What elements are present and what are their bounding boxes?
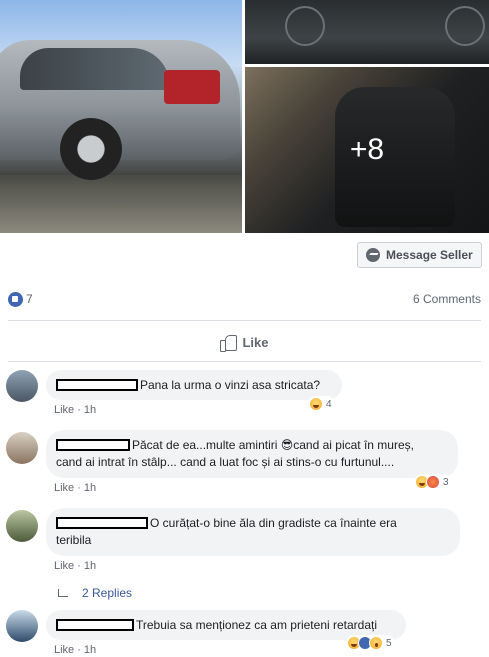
redacted-name [56, 439, 130, 451]
comment-like-link[interactable]: Like [54, 560, 74, 572]
comment-bubble: Pana la urma o vinzi asa stricata? [46, 370, 342, 400]
like-reaction-icon [8, 292, 23, 307]
comment-reactions[interactable]: 3 [414, 474, 452, 490]
angry-icon [426, 475, 440, 489]
reaction-count: 4 [326, 398, 332, 410]
messenger-icon [366, 248, 380, 262]
comment-bubble: Păcat de ea...multe amintiri 😎cand ai pi… [46, 430, 458, 478]
avatar[interactable] [6, 432, 38, 464]
comment-meta: Like · 1h [54, 560, 97, 572]
redacted-name [56, 619, 134, 631]
redacted-name [56, 517, 148, 529]
photo-car-window [20, 48, 170, 90]
photo-gauge [445, 6, 485, 46]
photo-ground [0, 175, 242, 233]
comment-like-link[interactable]: Like [54, 404, 74, 416]
replies-label: 2 Replies [82, 586, 133, 600]
photo-gauge [285, 6, 325, 46]
avatar[interactable] [6, 370, 38, 402]
comment-meta: Like · 1h [54, 404, 97, 416]
comment-text-line2: teribila [56, 533, 92, 547]
message-seller-label: Message Seller [386, 248, 473, 262]
avatar[interactable] [6, 510, 38, 542]
comment-text: Pana la urma o vinzi asa stricata? [140, 378, 321, 392]
comment-time[interactable]: 1h [84, 482, 96, 494]
photo-car-exterior[interactable] [0, 0, 242, 233]
photo-tail-light [164, 70, 220, 104]
divider [8, 361, 481, 362]
comment-meta: Like · 1h [54, 644, 97, 656]
like-button-label: Like [242, 334, 269, 350]
comment-text-line1: Păcat de ea...multe amintiri 😎cand ai pi… [132, 438, 414, 452]
more-photos-count[interactable]: +8 [245, 67, 489, 233]
message-seller-button[interactable]: Message Seller [357, 242, 482, 268]
comment-text-line1: O curățat-o bine ăla din gradiste ca îna… [150, 516, 397, 530]
avatar[interactable] [6, 610, 38, 642]
thumbs-up-icon [220, 334, 238, 352]
comment-reactions[interactable]: 4 [308, 396, 335, 412]
redacted-name [56, 379, 138, 391]
reaction-count: 3 [443, 476, 449, 488]
comment-count[interactable]: 6 Comments [413, 292, 481, 306]
haha-icon [309, 397, 323, 411]
comment-meta: Like · 1h [54, 482, 97, 494]
comment-like-link[interactable]: Like [54, 644, 74, 656]
like-button[interactable]: Like [0, 330, 489, 354]
comment-text-line2: cand ai intrat în stâlp... cand a luat f… [56, 455, 395, 469]
view-replies-link[interactable]: 2 Replies [58, 586, 132, 600]
photo-wheel [60, 118, 122, 180]
comment-text: Trebuia sa menționez ca am prieteni reta… [136, 618, 378, 632]
like-count[interactable]: 7 [26, 292, 33, 306]
post-stats: 7 6 Comments [0, 287, 489, 311]
photo-dashboard[interactable] [245, 0, 489, 64]
wow-icon [369, 636, 383, 650]
comment-reactions[interactable]: 5 [346, 635, 395, 651]
comment-time[interactable]: 1h [84, 560, 96, 572]
listing-photos: +8 [0, 0, 489, 233]
comment-bubble: O curățat-o bine ăla din gradiste ca îna… [46, 508, 460, 556]
divider [8, 320, 481, 321]
photo-interior[interactable]: +8 [245, 67, 489, 233]
reply-arrow-icon [58, 589, 68, 597]
comment-time[interactable]: 1h [84, 644, 96, 656]
comment-like-link[interactable]: Like [54, 482, 74, 494]
comment-time[interactable]: 1h [84, 404, 96, 416]
reaction-count: 5 [386, 637, 392, 649]
